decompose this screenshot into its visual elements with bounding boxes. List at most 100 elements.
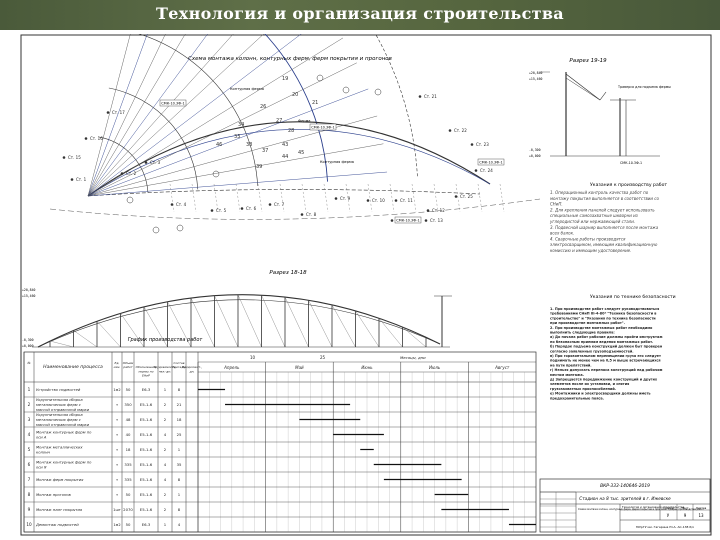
cell-process: Монтаж плит покрытия — [36, 508, 83, 512]
note-line: 2. Для крепления панелей следует использ… — [550, 207, 655, 212]
member-number: 34 — [238, 122, 244, 128]
schedule-title: График производства работ — [128, 337, 204, 343]
cell-process: Монтаж контурных ферм по — [36, 431, 92, 435]
cell-norm: Е6-3 — [142, 387, 151, 392]
day-mark: 10 — [250, 355, 256, 360]
cell-process: колонн — [36, 450, 51, 454]
stand-marker — [366, 199, 370, 202]
elevation-label: +15,460 — [22, 294, 36, 298]
column-header: чел.-дн. — [159, 369, 172, 373]
cell-norm: Е6-3 — [142, 522, 151, 527]
member-number: 38 — [246, 142, 252, 148]
column-header: ЕНиР — [142, 374, 150, 378]
sheets-header: Листов — [696, 506, 707, 510]
sheet-header: Лист — [681, 506, 688, 510]
stand-label: Ст. 15 — [68, 155, 81, 160]
cell-process: оси Я — [36, 465, 47, 469]
safety-line: а) До начала работ рабочие должны пройти… — [550, 335, 663, 339]
member-number: 33 — [234, 134, 240, 140]
note-label: Контурная ферма — [320, 160, 354, 164]
cell-volume: 2070 — [123, 507, 133, 512]
elevation-label: -0,300 — [22, 338, 34, 342]
month-label: Июль — [429, 365, 441, 370]
stand-marker — [424, 219, 428, 222]
safety-line: местом монтажа. — [550, 373, 584, 377]
cell-number: 4 — [28, 432, 31, 437]
cell-process: металлических ферм с — [36, 418, 81, 422]
cell-volume: 40 — [126, 432, 131, 437]
stage-header: Стадия — [663, 506, 674, 510]
member-number: 26 — [260, 104, 266, 110]
day-mark: 25 — [320, 355, 326, 360]
note-line: комиссию и имеющим удостоверение. — [550, 248, 631, 253]
stand-marker — [426, 209, 430, 212]
member-number: 27 — [276, 118, 282, 124]
stand-marker — [120, 172, 124, 175]
stand-label: Ст. 7 — [274, 202, 285, 207]
cell-norm: Е5-1-6 — [140, 417, 153, 422]
stand-marker — [240, 207, 244, 210]
cell-volume: 48 — [126, 417, 131, 422]
cell-number: 9 — [28, 507, 31, 512]
safety-line: 2. При производстве монтажных работ необ… — [550, 326, 653, 330]
cell-norm: Е5-1-6 — [140, 447, 153, 452]
stand-marker — [334, 197, 338, 200]
sheet-number: 9 — [684, 513, 687, 518]
cell-volume: 50 — [126, 492, 131, 497]
member-number: 39 — [256, 164, 262, 170]
cell-number: 2 — [28, 402, 31, 407]
stand-marker — [474, 169, 478, 172]
cell-number: 10 — [26, 522, 32, 527]
safety-line: строительстве" и "Указания по технике бе… — [550, 316, 656, 320]
stand-marker — [390, 219, 394, 222]
note-line: всех балок. — [550, 231, 574, 236]
safety-line: г) Нельзя допускать переноса конструкций… — [550, 368, 663, 372]
month-label: Август — [494, 365, 510, 370]
section-title: Разрез 19-19 — [569, 58, 607, 64]
cell-unit: т — [116, 448, 118, 452]
cell-volume: 18 — [126, 447, 131, 452]
month-label: Апрель — [223, 365, 240, 370]
cell-unit: т — [116, 478, 118, 482]
cell-crew: 18 — [177, 417, 182, 422]
safety-line: по безопасным приемам ведения монтажных … — [550, 340, 653, 344]
safety-line: выполнить следующие правила: — [550, 331, 615, 335]
cell-norm: Е5-1-6 — [140, 432, 153, 437]
stand-label: Ст. 4 — [176, 202, 187, 207]
safety-line: б) Порядок подъема конструкций должен бы… — [550, 345, 663, 349]
stand-marker — [454, 195, 458, 198]
safety-line: согласно заявленных грузоподъемностей. — [550, 349, 634, 353]
stand-label: Ст. 24 — [480, 168, 493, 173]
cell-number: 8 — [28, 492, 31, 497]
stand-label: Ст. 6 — [246, 206, 257, 211]
elevation-label: +20,840 — [529, 71, 543, 75]
stand-marker — [268, 203, 272, 206]
cell-unit: 1м2 — [113, 388, 120, 392]
stand-marker — [144, 161, 148, 164]
cell-volume: 50 — [126, 387, 131, 392]
drawing-sheet: Схема монтажа колонн, контурных ферм, фе… — [20, 34, 712, 536]
safety-line: предохранительные пояса. — [550, 396, 604, 400]
cell-norm: Е5-1-6 — [140, 462, 153, 467]
stand-label: Ст. 9 — [340, 196, 351, 201]
column-header: работ — [122, 365, 132, 369]
note-line: СНиП. — [550, 202, 563, 207]
cell-process: оси А — [36, 435, 47, 439]
note-line: 4. Сварочные работы производятся — [550, 236, 626, 241]
safety-line: требованиями СНиП III-4-80* "Техника без… — [550, 312, 656, 316]
column-header: дн. — [189, 369, 195, 373]
stand-label: Ст. 3 — [150, 160, 161, 165]
member-number: 21 — [312, 100, 318, 106]
cell-number: 1 — [28, 387, 31, 392]
safety-line: на пути препятствий. — [550, 363, 592, 367]
cell-unit: 1шт — [113, 508, 121, 512]
plan-title: Схема монтажа колонн, контурных ферм, фе… — [188, 56, 392, 62]
month-label: Июнь — [361, 365, 373, 370]
cell-number: 7 — [28, 477, 31, 482]
stand-marker — [418, 95, 422, 98]
stand-marker — [448, 129, 452, 132]
safety-line: грузозахватных приспособлений. — [550, 387, 616, 391]
member-number: 20 — [292, 92, 298, 98]
cell-number: 6 — [28, 462, 31, 467]
crane-note: Траверса для подъема фермы — [617, 85, 671, 89]
